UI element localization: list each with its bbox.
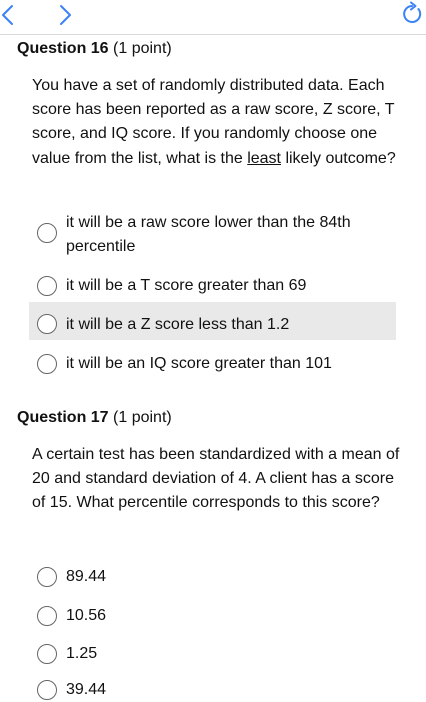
question-17-text: A certain test has been standardized wit… xyxy=(32,446,400,512)
question-label: Question 17 xyxy=(17,409,109,426)
option-label: 1.25 xyxy=(66,645,98,662)
top-bar xyxy=(0,0,426,34)
radio-button[interactable] xyxy=(37,680,57,700)
question-text-end: likely outcome? xyxy=(281,149,396,167)
option-q16-d[interactable]: it will be an IQ score greater than 101 xyxy=(29,348,396,380)
option-q17-b[interactable]: 10.56 xyxy=(29,601,396,631)
option-label: 39.44 xyxy=(66,681,107,698)
option-label: it will be a raw score lower than the 84… xyxy=(66,214,351,255)
radio-button[interactable] xyxy=(37,606,57,626)
option-q17-d[interactable]: 39.44 xyxy=(29,676,396,700)
question-16-text: You have a set of randomly distributed d… xyxy=(32,74,404,171)
radio-button[interactable] xyxy=(37,276,57,296)
question-points: (1 point) xyxy=(113,409,172,426)
option-label: it will be an IQ score greater than 101 xyxy=(66,355,332,372)
chevron-left-icon[interactable] xyxy=(0,3,18,27)
question-17-title: Question 17 (1 point) xyxy=(17,407,172,429)
option-label: it will be a T score greater than 69 xyxy=(66,277,307,294)
option-label: 89.44 xyxy=(66,568,107,585)
option-q17-a[interactable]: 89.44 xyxy=(29,562,396,592)
chevron-right-icon[interactable] xyxy=(55,3,75,27)
question-16-title: Question 16 (1 point) xyxy=(17,38,172,60)
option-q16-a[interactable]: it will be a raw score lower than the 84… xyxy=(29,208,396,260)
radio-button[interactable] xyxy=(37,644,57,664)
question-label: Question 16 xyxy=(17,40,109,57)
option-q17-c[interactable]: 1.25 xyxy=(29,639,396,669)
option-label: it will be a Z score less than 1.2 xyxy=(66,316,290,333)
radio-button[interactable] xyxy=(37,223,57,243)
radio-button[interactable] xyxy=(37,314,57,334)
radio-button[interactable] xyxy=(37,354,57,374)
reload-icon[interactable] xyxy=(399,1,425,27)
question-points: (1 point) xyxy=(113,40,172,57)
option-q16-b[interactable]: it will be a T score greater than 69 xyxy=(29,270,396,302)
radio-button[interactable] xyxy=(37,567,57,587)
option-q16-c[interactable]: it will be a Z score less than 1.2 xyxy=(29,302,396,340)
top-divider xyxy=(0,34,426,35)
emphasis-text: least xyxy=(247,149,281,167)
option-label: 10.56 xyxy=(66,607,107,624)
